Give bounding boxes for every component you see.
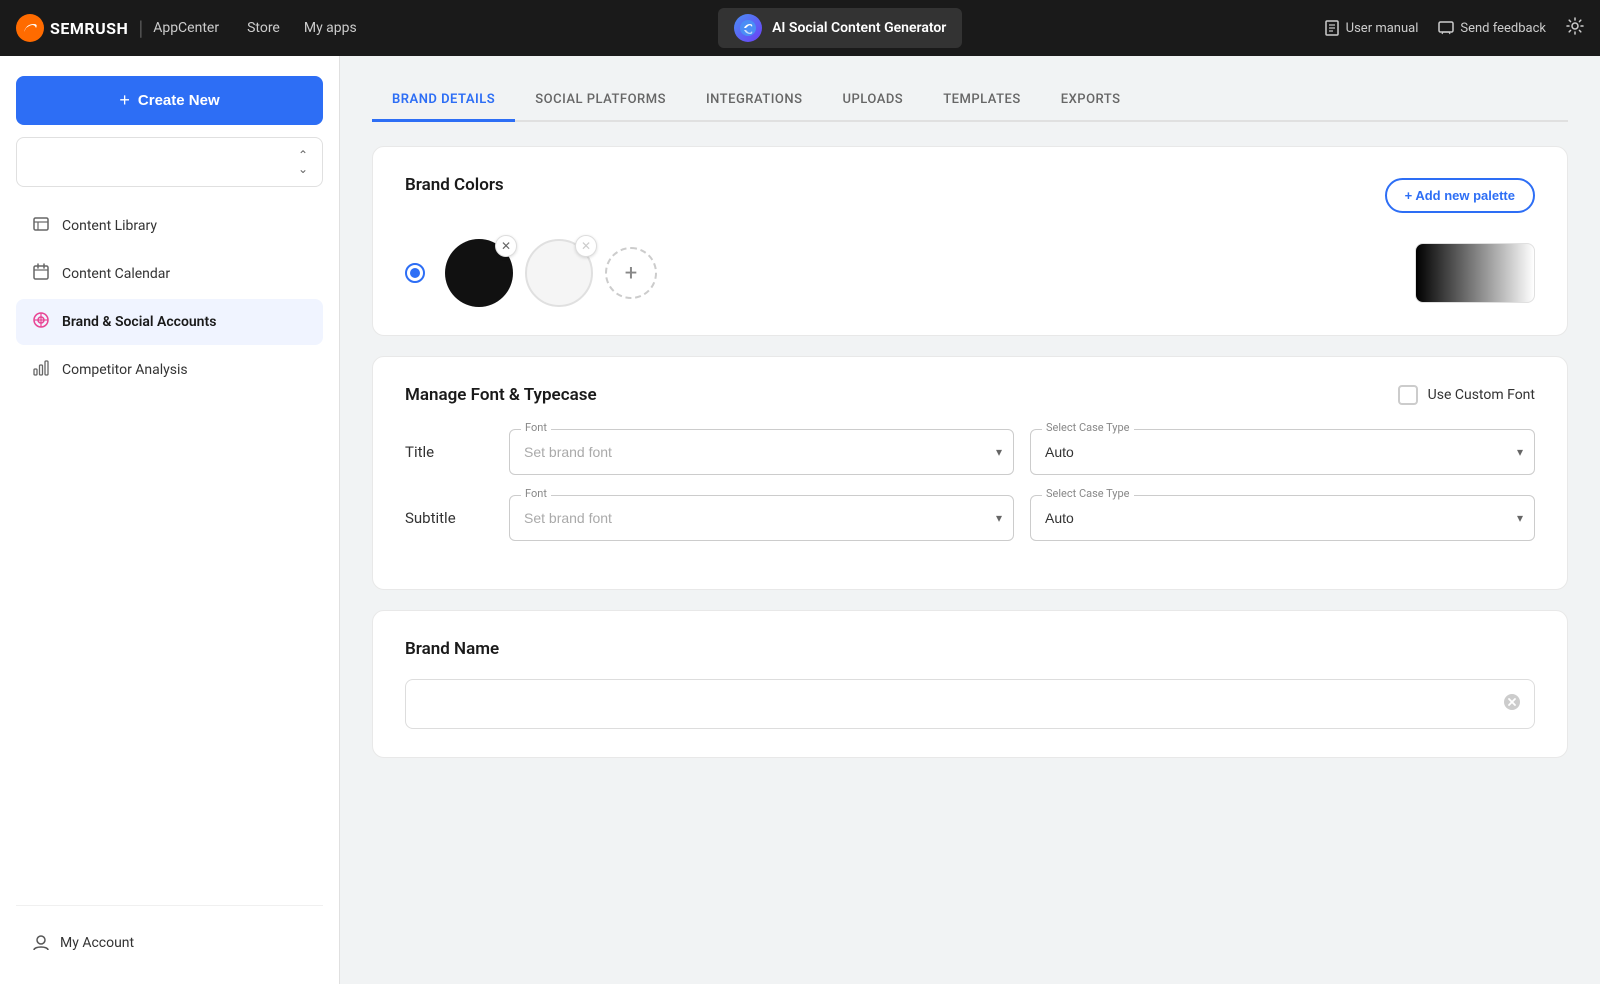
color-selected-radio bbox=[405, 263, 425, 283]
sidebar-bottom: My Account bbox=[16, 905, 323, 964]
app-title-text: AI Social Content Generator bbox=[772, 20, 946, 36]
send-feedback-label: Send feedback bbox=[1460, 21, 1546, 36]
content-library-label: Content Library bbox=[62, 218, 157, 234]
semrush-logo-icon bbox=[16, 14, 44, 42]
tab-uploads[interactable]: UPLOADS bbox=[822, 80, 923, 122]
case-label-title: Select Case Type bbox=[1042, 421, 1134, 434]
color-swatch-radio bbox=[405, 263, 425, 283]
semrush-logo: SEMRUSH | AppCenter bbox=[16, 14, 219, 42]
subtitle-font-select[interactable]: Set brand font bbox=[509, 495, 1014, 541]
brand-name-input[interactable] bbox=[405, 679, 1535, 729]
title-font-label: Title bbox=[405, 443, 485, 461]
font-label-subtitle: Font bbox=[521, 487, 551, 500]
brand-social-icon bbox=[32, 311, 50, 333]
brand-colors-title: Brand Colors bbox=[405, 175, 504, 195]
font-row-title: Title Font Set brand font ▾ Select Case … bbox=[405, 429, 1535, 475]
content-library-icon bbox=[32, 215, 50, 237]
title-font-select[interactable]: Set brand font bbox=[509, 429, 1014, 475]
tab-brand-details[interactable]: BRAND DETAILS bbox=[372, 80, 515, 122]
case-label-subtitle: Select Case Type bbox=[1042, 487, 1134, 500]
font-section-title: Manage Font & Typecase bbox=[405, 385, 597, 405]
brand-social-accounts-label: Brand & Social Accounts bbox=[62, 314, 216, 330]
subtitle-case-wrapper: Select Case Type Auto ▾ bbox=[1030, 495, 1535, 541]
topnav-links: Store My apps bbox=[247, 20, 357, 36]
app-title-area: AI Social Content Generator bbox=[377, 8, 1304, 48]
tab-integrations[interactable]: INTEGRATIONS bbox=[686, 80, 823, 122]
user-manual-label: User manual bbox=[1346, 21, 1419, 36]
feedback-icon bbox=[1438, 20, 1454, 36]
brand-colors-card: Brand Colors + Add new palette bbox=[372, 146, 1568, 336]
tab-social-platforms[interactable]: SOCIAL PLATFORMS bbox=[515, 80, 686, 122]
topnav-actions: User manual Send feedback bbox=[1324, 17, 1584, 39]
sidebar-item-competitor-analysis[interactable]: Competitor Analysis bbox=[16, 347, 323, 393]
chevron-icon: ⌃⌄ bbox=[298, 148, 308, 176]
custom-font-checkbox[interactable] bbox=[1398, 385, 1418, 405]
tab-exports[interactable]: EXPORTS bbox=[1041, 80, 1141, 122]
subtitle-font-wrapper: Font Set brand font ▾ bbox=[509, 495, 1014, 541]
title-font-selects: Font Set brand font ▾ Select Case Type A… bbox=[509, 429, 1535, 475]
font-label-title: Font bbox=[521, 421, 551, 434]
user-manual-action[interactable]: User manual bbox=[1324, 20, 1419, 36]
settings-icon[interactable] bbox=[1566, 17, 1584, 39]
color-swatch-light-wrapper[interactable]: ✕ bbox=[525, 239, 593, 307]
topnav: SEMRUSH | AppCenter Store My apps AI Soc… bbox=[0, 0, 1600, 56]
font-row-subtitle: Subtitle Font Set brand font ▾ Select Ca… bbox=[405, 495, 1535, 541]
use-custom-font-label: Use Custom Font bbox=[1428, 387, 1535, 403]
plus-icon: + bbox=[119, 90, 130, 111]
input-clear-icon[interactable] bbox=[1503, 693, 1521, 715]
create-new-button[interactable]: + Create New bbox=[16, 76, 323, 125]
main-content: BRAND DETAILS SOCIAL PLATFORMS INTEGRATI… bbox=[340, 56, 1600, 984]
account-icon bbox=[32, 934, 50, 952]
subtitle-case-select[interactable]: Auto bbox=[1030, 495, 1535, 541]
competitor-analysis-label: Competitor Analysis bbox=[62, 362, 188, 378]
sidebar: + Create New ⌃⌄ Content Library bbox=[0, 56, 340, 984]
brand-name-input-wrapper bbox=[405, 679, 1535, 729]
add-color-button[interactable]: + bbox=[605, 247, 657, 299]
use-custom-font-toggle[interactable]: Use Custom Font bbox=[1398, 385, 1535, 405]
title-case-select[interactable]: Auto bbox=[1030, 429, 1535, 475]
sidebar-nav: Content Library Content Calendar bbox=[16, 203, 323, 393]
add-palette-button[interactable]: + Add new palette bbox=[1385, 178, 1535, 213]
nav-divider: | bbox=[138, 16, 143, 40]
title-case-wrapper: Select Case Type Auto ▾ bbox=[1030, 429, 1535, 475]
color-gradient-preview bbox=[1415, 243, 1535, 303]
my-account-label: My Account bbox=[60, 935, 134, 951]
font-section-header: Manage Font & Typecase Use Custom Font bbox=[405, 385, 1535, 405]
sidebar-item-content-library[interactable]: Content Library bbox=[16, 203, 323, 249]
brand-name-card: Brand Name bbox=[372, 610, 1568, 758]
layout: + Create New ⌃⌄ Content Library bbox=[0, 56, 1600, 984]
content-calendar-label: Content Calendar bbox=[62, 266, 170, 282]
my-account-item[interactable]: My Account bbox=[16, 922, 323, 964]
color-swatch-black-wrapper[interactable]: ✕ bbox=[445, 239, 513, 307]
tabs-bar: BRAND DETAILS SOCIAL PLATFORMS INTEGRATI… bbox=[372, 80, 1568, 122]
competitor-analysis-icon bbox=[32, 359, 50, 381]
subtitle-font-selects: Font Set brand font ▾ Select Case Type A… bbox=[509, 495, 1535, 541]
brand-name-title: Brand Name bbox=[405, 639, 1535, 659]
brand-colors-header: Brand Colors + Add new palette bbox=[405, 175, 1535, 215]
content-calendar-icon bbox=[32, 263, 50, 285]
store-link[interactable]: Store bbox=[247, 20, 280, 36]
brand-colors-swatches: ✕ ✕ + bbox=[405, 239, 657, 307]
sidebar-item-content-calendar[interactable]: Content Calendar bbox=[16, 251, 323, 297]
book-icon bbox=[1324, 20, 1340, 36]
semrush-wordmark: SEMRUSH bbox=[50, 19, 128, 38]
send-feedback-action[interactable]: Send feedback bbox=[1438, 20, 1546, 36]
tab-templates[interactable]: TEMPLATES bbox=[923, 80, 1041, 122]
subtitle-font-label: Subtitle bbox=[405, 509, 485, 527]
add-palette-label: + Add new palette bbox=[1405, 188, 1515, 203]
title-font-wrapper: Font Set brand font ▾ bbox=[509, 429, 1014, 475]
color-remove-black[interactable]: ✕ bbox=[495, 235, 517, 257]
workspace-dropdown[interactable]: ⌃⌄ bbox=[16, 137, 323, 187]
sidebar-item-brand-social-accounts[interactable]: Brand & Social Accounts bbox=[16, 299, 323, 345]
color-remove-light[interactable]: ✕ bbox=[575, 235, 597, 257]
appcenter-label: AppCenter bbox=[153, 20, 219, 36]
create-new-label: Create New bbox=[138, 92, 220, 109]
my-apps-link[interactable]: My apps bbox=[304, 20, 357, 36]
app-title-pill: AI Social Content Generator bbox=[718, 8, 962, 48]
manage-font-card: Manage Font & Typecase Use Custom Font T… bbox=[372, 356, 1568, 590]
app-icon bbox=[734, 14, 762, 42]
